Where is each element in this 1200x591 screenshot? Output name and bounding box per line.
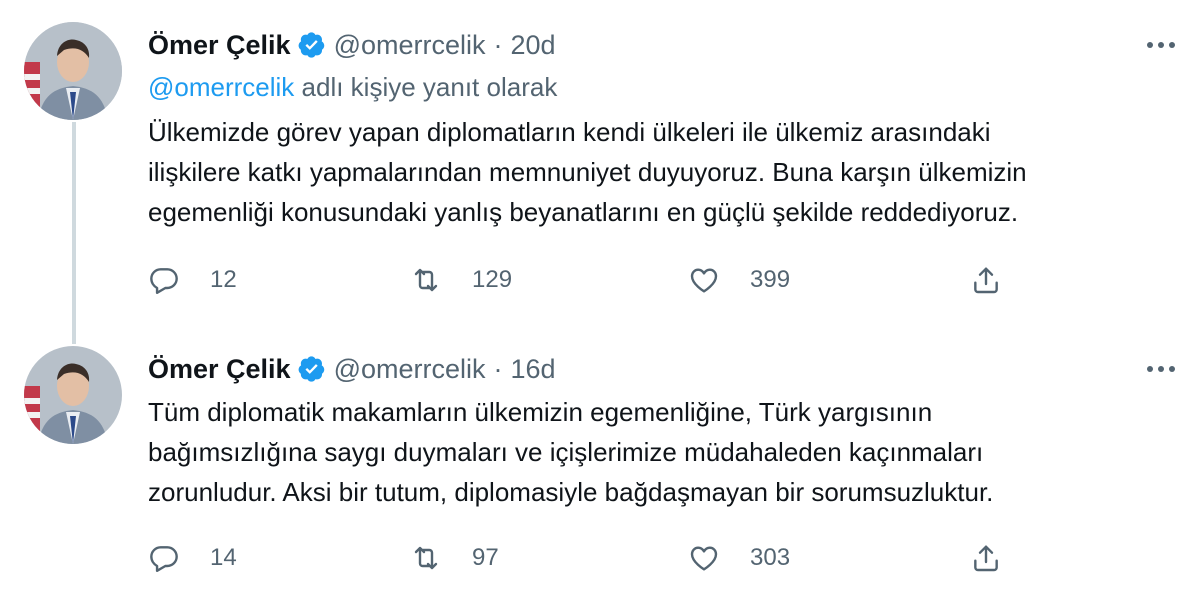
reply-count: 14 — [210, 544, 237, 571]
separator-dot: · — [493, 353, 503, 384]
tweet-header: Ömer Çelik @omerrcelik · 16d — [148, 347, 556, 391]
share-icon — [974, 545, 998, 572]
more-icon[interactable] — [1144, 352, 1178, 386]
author-handle[interactable]: @omerrcelik — [334, 30, 486, 61]
replying-to-line: @omerrcelik adlı kişiye yanıt olarak — [148, 72, 557, 103]
like-icon — [690, 546, 718, 571]
author-name[interactable]: Ömer Çelik — [148, 354, 291, 385]
retweet-icon — [414, 546, 438, 570]
avatar[interactable] — [24, 346, 122, 444]
reply-count: 12 — [210, 266, 237, 293]
like-count: 399 — [750, 266, 791, 293]
tweet[interactable]: Ömer Çelik @omerrcelik · 20d @omerrcelik… — [0, 0, 1200, 330]
retweet-icon — [414, 268, 438, 292]
tweet-text: Ülkemizde görev yapan diplomatların kend… — [148, 117, 1027, 227]
reply-icon — [150, 268, 178, 294]
like-icon — [690, 268, 718, 293]
reply-to-label: adlı kişiye yanıt olarak — [294, 72, 558, 102]
reply-icon — [150, 546, 178, 572]
retweet-count: 129 — [472, 266, 513, 293]
share-button[interactable] — [970, 260, 1002, 300]
like-button[interactable]: 303 — [688, 538, 790, 578]
author-name[interactable]: Ömer Çelik — [148, 30, 291, 61]
like-count: 303 — [750, 544, 791, 571]
like-button[interactable]: 399 — [688, 260, 790, 300]
retweet-count: 97 — [472, 544, 499, 571]
tweet-actions: 12 129 399 — [148, 260, 1048, 300]
avatar[interactable] — [24, 22, 122, 120]
author-handle[interactable]: @omerrcelik — [334, 354, 486, 385]
more-icon[interactable] — [1144, 28, 1178, 62]
verified-badge-icon — [298, 32, 324, 58]
verified-badge-icon — [298, 356, 324, 382]
reply-button[interactable]: 14 — [148, 538, 237, 578]
tweet-text: Tüm diplomatik makamların ülkemizin egem… — [148, 397, 994, 507]
share-button[interactable] — [970, 538, 1002, 578]
tweet-timestamp[interactable]: 20d — [511, 30, 556, 61]
share-icon — [974, 267, 998, 294]
retweet-button[interactable]: 129 — [410, 260, 512, 300]
reply-mention-link[interactable]: @omerrcelik — [148, 72, 294, 102]
tweet-timestamp[interactable]: 16d — [511, 354, 556, 385]
reply-button[interactable]: 12 — [148, 260, 237, 300]
separator-dot: · — [493, 29, 503, 60]
retweet-button[interactable]: 97 — [410, 538, 499, 578]
tweet-actions: 14 97 303 — [148, 538, 1048, 578]
tweet-header: Ömer Çelik @omerrcelik · 20d — [148, 23, 556, 67]
tweet[interactable]: Ömer Çelik @omerrcelik · 16d Tüm diploma… — [0, 330, 1200, 591]
